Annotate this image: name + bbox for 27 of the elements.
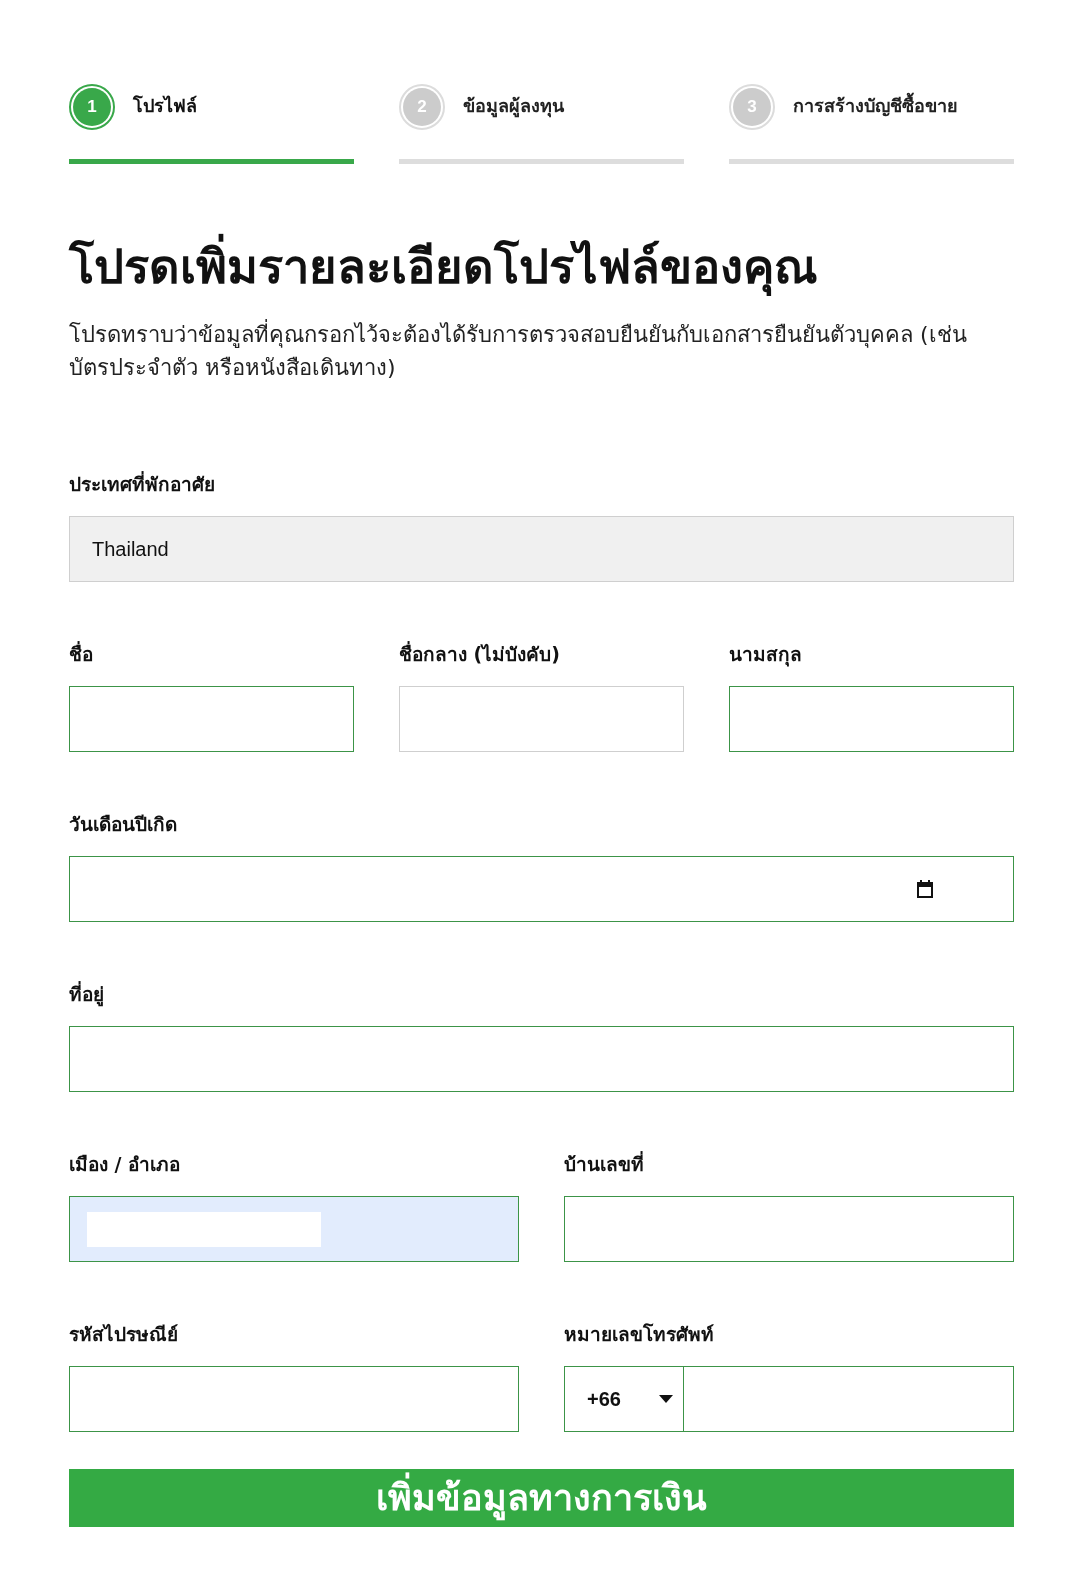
input-field[interactable] bbox=[564, 1196, 1014, 1262]
step-label: ข้อมูลผู้ลงทุน bbox=[463, 94, 564, 120]
input-field[interactable] bbox=[729, 686, 1014, 752]
country-code-select[interactable]: +66 bbox=[565, 1367, 684, 1431]
field-label: รหัสไปรษณีย์ bbox=[69, 1322, 178, 1347]
step-label: โปรไฟล์ bbox=[133, 94, 197, 118]
field-label: ที่อยู่ bbox=[69, 980, 104, 1008]
input-field[interactable] bbox=[399, 686, 684, 752]
field-label: เมือง / อำเภอ bbox=[69, 1152, 181, 1177]
input-field[interactable] bbox=[69, 686, 354, 752]
field-label: ประเทศที่พักอาศัย bbox=[69, 470, 215, 497]
calendar-icon[interactable] bbox=[917, 880, 933, 898]
field-label: วันเดือนปีเกิด bbox=[69, 812, 177, 837]
date-field[interactable] bbox=[69, 856, 1014, 922]
field-label: ชื่อกลาง (ไม่บังคับ) bbox=[399, 640, 560, 667]
step-number-circle: 1 bbox=[69, 84, 115, 130]
page-heading: โปรดเพิ่มรายละเอียดโปรไฟล์ของคุณ bbox=[69, 236, 1014, 298]
step-label: การสร้างบัญชีซื้อขาย bbox=[793, 92, 958, 120]
field-label: ชื่อ bbox=[69, 640, 93, 667]
input-field[interactable] bbox=[69, 1196, 519, 1262]
input-field[interactable] bbox=[69, 1366, 519, 1432]
input-field[interactable] bbox=[69, 1026, 1014, 1092]
caret-icon bbox=[659, 1395, 673, 1403]
field-label: บ้านเลขที่ bbox=[564, 1150, 644, 1177]
intro-paragraph: โปรดทราบว่าข้อมูลที่คุณกรอกไว้จะต้องได้รับการตรวจสอบยืนยันกับเอกสารยืนยันตัวบุคคล (เช่น บัตรประจำตัว หรือหนังสือเดินทาง) bbox=[69, 318, 994, 384]
field-label: นามสกุล bbox=[729, 642, 802, 668]
field-label: หมายเลขโทรศัพท์ bbox=[564, 1322, 714, 1347]
